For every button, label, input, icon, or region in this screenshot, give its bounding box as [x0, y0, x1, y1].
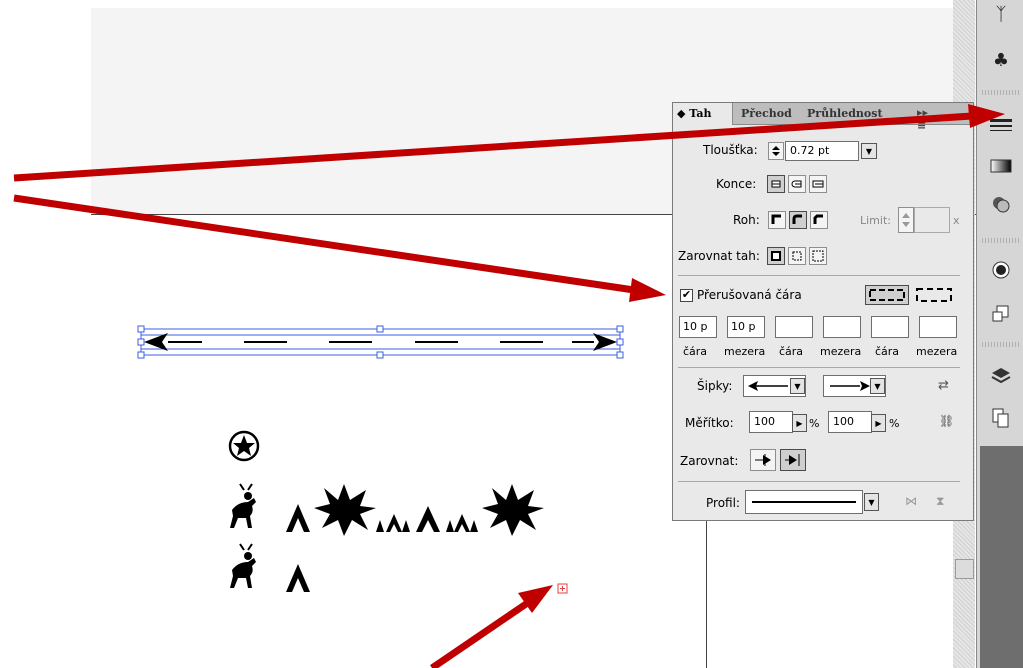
annotation-arrows	[13, 104, 1005, 668]
